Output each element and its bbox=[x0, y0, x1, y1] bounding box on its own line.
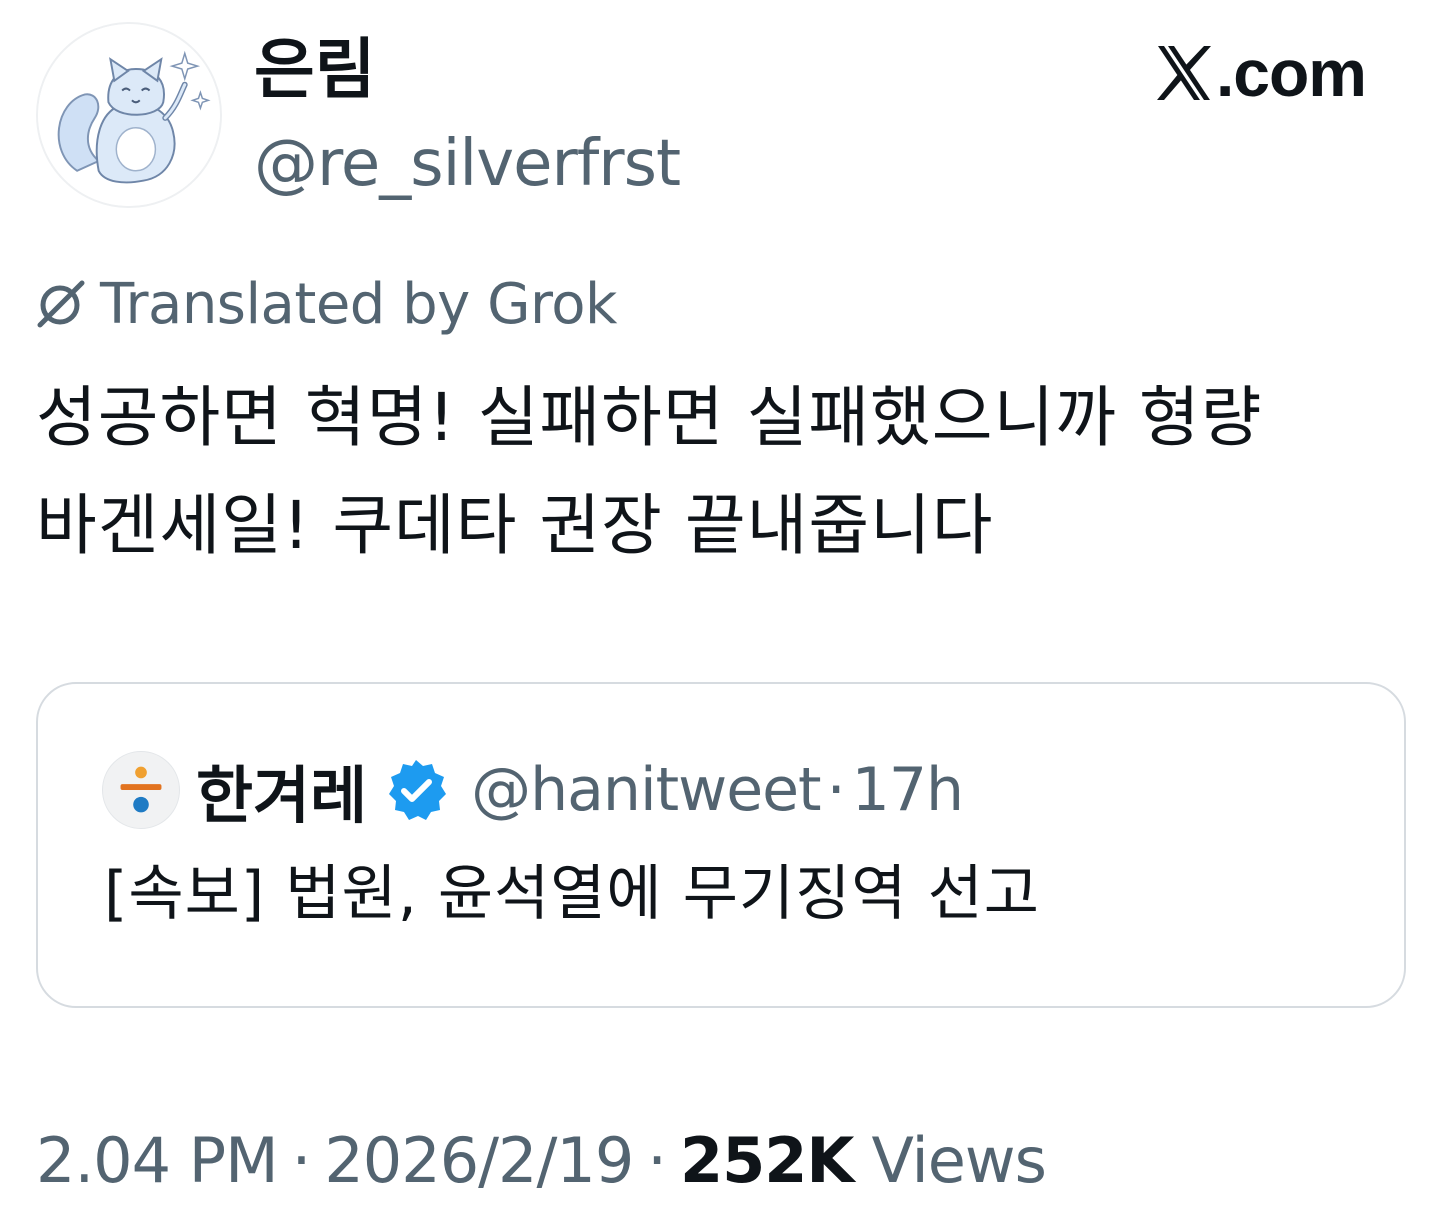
grok-icon bbox=[37, 280, 85, 328]
hankyoreh-logo-icon bbox=[120, 766, 162, 813]
tweet-time[interactable]: 2.04 PM bbox=[36, 1124, 279, 1197]
quoted-timestamp[interactable]: 17h bbox=[852, 755, 964, 825]
translation-notice[interactable]: Translated by Grok bbox=[34, 266, 617, 342]
tweet-text: 성공하면 혁명! 실패하면 실패했으니까 형량 바겐세일! 쿠데타 권장 끝내줍… bbox=[36, 379, 1263, 564]
meta-separator-2: · bbox=[647, 1123, 667, 1197]
quoted-author-name[interactable]: 한겨레 bbox=[196, 745, 367, 835]
quoted-author-handle[interactable]: @hanitweet bbox=[471, 755, 821, 825]
tweet-date[interactable]: 2026/2/19 bbox=[324, 1124, 634, 1197]
verified-badge-icon bbox=[389, 760, 447, 820]
views-count: 252K bbox=[679, 1123, 854, 1197]
cat-illustration-avatar-icon bbox=[38, 24, 220, 206]
quoted-tweet-card[interactable]: 한겨레 @hanitweet · 17h [속보] 법원, 윤석열에 무기징역 … bbox=[36, 682, 1406, 1008]
quoted-separator: · bbox=[826, 755, 846, 825]
quoted-tweet-text: [속보] 법원, 윤석열에 무기징역 선고 bbox=[104, 859, 1040, 929]
quoted-author-avatar[interactable] bbox=[102, 751, 180, 829]
author-handle[interactable]: @re_silverfrst bbox=[254, 124, 681, 204]
brand-domain: .com bbox=[1215, 36, 1367, 110]
views-label: Views bbox=[871, 1123, 1046, 1197]
brand-watermark: .com bbox=[1154, 36, 1367, 110]
quoted-tweet-header: 한겨레 @hanitweet · 17h bbox=[102, 745, 964, 835]
translation-label: Translated by Grok bbox=[100, 271, 617, 337]
author-display-name[interactable]: 은림 bbox=[254, 30, 375, 110]
meta-separator: · bbox=[291, 1123, 312, 1197]
tweet-meta: 2.04 PM · 2026/2/19 · 252K Views bbox=[36, 1118, 1047, 1202]
x-logo-icon bbox=[1156, 46, 1211, 100]
author-avatar[interactable] bbox=[36, 22, 222, 208]
